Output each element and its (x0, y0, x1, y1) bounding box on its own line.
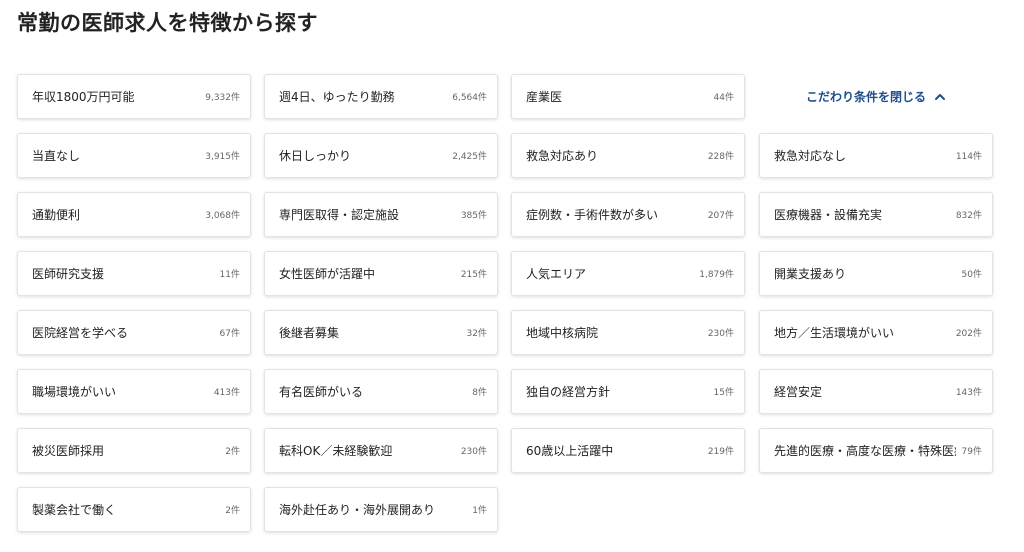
feature-count: 15件 (713, 388, 734, 398)
feature-card[interactable]: 年収1800万円可能 9,332件 (17, 74, 251, 119)
feature-card[interactable]: 週4日、ゆったり勤務 6,564件 (264, 74, 498, 119)
feature-card[interactable]: 人気エリア 1,879件 (511, 251, 745, 296)
feature-label: 地方／生活環境がいい (774, 326, 895, 340)
feature-label: 先進的医療・高度な医療・特殊医療 (774, 444, 956, 458)
feature-label: 当直なし (32, 149, 81, 163)
feature-count: 6,564件 (452, 93, 487, 103)
feature-card[interactable]: 女性医師が活躍中 215件 (264, 251, 498, 296)
feature-label: 製薬会社で働く (32, 503, 117, 517)
feature-card[interactable]: 地域中核病院 230件 (511, 310, 745, 355)
feature-label: 休日しっかり (279, 149, 352, 163)
feature-card[interactable]: 海外赴任あり・海外展開あり 1件 (264, 487, 498, 532)
feature-card[interactable]: 転科OK／未経験歓迎 230件 (264, 428, 498, 473)
feature-count: 413件 (213, 388, 240, 398)
feature-label: 通勤便利 (32, 208, 81, 222)
feature-count: 50件 (961, 270, 982, 280)
feature-count: 1,879件 (699, 270, 734, 280)
feature-label: 症例数・手術件数が多い (526, 208, 659, 222)
feature-label: 独自の経営方針 (526, 385, 611, 399)
feature-card[interactable]: 症例数・手術件数が多い 207件 (511, 192, 745, 237)
feature-count: 9,332件 (205, 93, 240, 103)
feature-count: 3,068件 (205, 211, 240, 221)
feature-card[interactable]: 有名医師がいる 8件 (264, 369, 498, 414)
page: 常勤の医師求人を特徴から探す 年収1800万円可能 9,332件 週4日、ゆった… (0, 0, 1024, 552)
feature-label: 海外赴任あり・海外展開あり (279, 503, 436, 517)
feature-card[interactable]: 専門医取得・認定施設 385件 (264, 192, 498, 237)
feature-card[interactable]: 製薬会社で働く 2件 (17, 487, 251, 532)
feature-card[interactable]: 60歳以上活躍中 219件 (511, 428, 745, 473)
feature-label: 医師研究支援 (32, 267, 105, 281)
feature-count: 79件 (961, 447, 982, 457)
feature-card[interactable]: 先進的医療・高度な医療・特殊医療 79件 (759, 428, 993, 473)
feature-label: 被災医師採用 (32, 444, 105, 458)
feature-label: 開業支援あり (774, 267, 847, 281)
feature-count: 228件 (707, 152, 734, 162)
feature-label: 産業医 (526, 90, 563, 104)
close-conditions-label: こだわり条件を閉じる (805, 90, 926, 104)
feature-card[interactable]: 独自の経営方針 15件 (511, 369, 745, 414)
feature-count: 114件 (955, 152, 982, 162)
feature-card[interactable]: 医療機器・設備充実 832件 (759, 192, 993, 237)
feature-label: 専門医取得・認定施設 (279, 208, 400, 222)
feature-card[interactable]: 救急対応なし 114件 (759, 133, 993, 178)
feature-count: 832件 (955, 211, 982, 221)
feature-card[interactable]: 地方／生活環境がいい 202件 (759, 310, 993, 355)
feature-count: 8件 (472, 388, 487, 398)
feature-card[interactable]: 経営安定 143件 (759, 369, 993, 414)
feature-count: 2,425件 (452, 152, 487, 162)
feature-count: 44件 (713, 93, 734, 103)
feature-card[interactable]: 後継者募集 32件 (264, 310, 498, 355)
page-title: 常勤の医師求人を特徴から探す (17, 11, 318, 35)
feature-label: 有名医師がいる (279, 385, 364, 399)
feature-label: 救急対応あり (526, 149, 599, 163)
feature-card[interactable]: 職場環境がいい 413件 (17, 369, 251, 414)
feature-card[interactable]: 当直なし 3,915件 (17, 133, 251, 178)
feature-card[interactable]: 休日しっかり 2,425件 (264, 133, 498, 178)
feature-count: 3,915件 (205, 152, 240, 162)
feature-card[interactable]: 通勤便利 3,068件 (17, 192, 251, 237)
feature-count: 230件 (460, 447, 487, 457)
feature-count: 2件 (225, 447, 240, 457)
feature-card[interactable]: 救急対応あり 228件 (511, 133, 745, 178)
feature-label: 60歳以上活躍中 (526, 444, 614, 458)
feature-card[interactable]: 医師研究支援 11件 (17, 251, 251, 296)
feature-count: 32件 (466, 329, 487, 339)
feature-count: 215件 (460, 270, 487, 280)
feature-label: 転科OK／未経験歓迎 (279, 444, 393, 458)
feature-count: 385件 (460, 211, 487, 221)
feature-count: 202件 (955, 329, 982, 339)
feature-count: 219件 (707, 447, 734, 457)
feature-count: 11件 (219, 270, 240, 280)
feature-count: 143件 (955, 388, 982, 398)
feature-card[interactable]: 医院経営を学べる 67件 (17, 310, 251, 355)
feature-label: 経営安定 (774, 385, 823, 399)
feature-card[interactable]: 開業支援あり 50件 (759, 251, 993, 296)
feature-label: 人気エリア (526, 267, 587, 281)
feature-label: 年収1800万円可能 (32, 90, 135, 104)
chevron-up-icon (935, 93, 945, 100)
close-conditions-toggle[interactable]: こだわり条件を閉じる (759, 74, 993, 119)
feature-label: 医療機器・設備充実 (774, 208, 883, 222)
feature-count: 230件 (707, 329, 734, 339)
feature-label: 後継者募集 (279, 326, 340, 340)
feature-count: 207件 (707, 211, 734, 221)
feature-card[interactable]: 産業医 44件 (511, 74, 745, 119)
feature-label: 週4日、ゆったり勤務 (279, 90, 395, 104)
feature-label: 職場環境がいい (32, 385, 117, 399)
feature-card[interactable]: 被災医師採用 2件 (17, 428, 251, 473)
feature-count: 2件 (225, 506, 240, 516)
feature-label: 救急対応なし (774, 149, 847, 163)
feature-count: 1件 (472, 506, 487, 516)
feature-label: 女性医師が活躍中 (279, 267, 376, 281)
feature-label: 地域中核病院 (526, 326, 599, 340)
feature-label: 医院経営を学べる (32, 326, 129, 340)
feature-count: 67件 (219, 329, 240, 339)
